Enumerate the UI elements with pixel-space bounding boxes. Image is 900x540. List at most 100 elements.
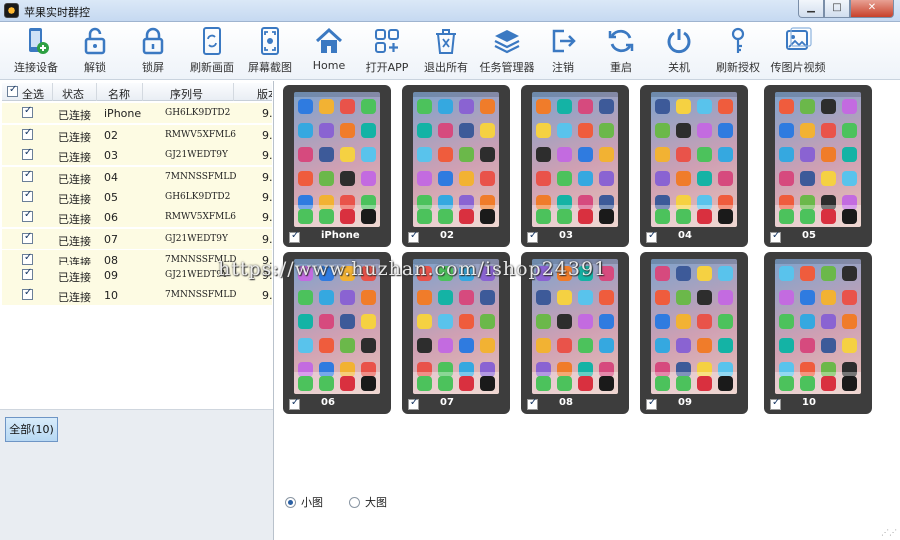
phone-checkbox[interactable] bbox=[770, 230, 781, 243]
app-icon bbox=[319, 338, 334, 353]
open-app-button[interactable]: 打开APP bbox=[364, 26, 410, 76]
device-table: 全选 状态 名称 序列号 版本 已连接iPhoneGH6LK9DTD29.已连接… bbox=[2, 83, 272, 387]
trash-exit-icon bbox=[436, 29, 456, 54]
phone-screen[interactable] bbox=[651, 259, 737, 394]
shutdown-button[interactable]: 关机 bbox=[664, 26, 694, 76]
task-manager-button[interactable]: 任务管理器 bbox=[478, 26, 536, 76]
app-icon bbox=[536, 147, 551, 162]
status-bar bbox=[775, 92, 861, 97]
group-area: 全部(10) bbox=[0, 409, 273, 540]
unlock-button[interactable]: 解锁 bbox=[80, 26, 110, 76]
phone-checkbox[interactable] bbox=[289, 230, 300, 243]
dock-app-icon bbox=[655, 376, 670, 391]
table-row[interactable]: 已连接 02 RMWV5XFML6 9. bbox=[2, 125, 272, 145]
app-icon bbox=[655, 314, 670, 329]
app-icon bbox=[340, 171, 355, 186]
table-row[interactable]: 已连接 07 GJ21WEDT9Y 9. bbox=[2, 229, 272, 249]
refresh-license-button[interactable]: 刷新授权 bbox=[714, 26, 762, 76]
phone-checkbox[interactable] bbox=[289, 397, 300, 410]
app-icon bbox=[599, 99, 614, 114]
app-icon bbox=[536, 123, 551, 138]
table-row[interactable]: 已连接 iPhone GH6LK9DTD2 9. bbox=[2, 103, 272, 123]
app-icon bbox=[697, 314, 712, 329]
header-version[interactable]: 版本 bbox=[257, 86, 272, 102]
phone-screen[interactable] bbox=[532, 92, 618, 227]
row-checkbox[interactable] bbox=[22, 209, 33, 222]
app-icon bbox=[459, 290, 474, 305]
phone-checkbox[interactable] bbox=[646, 230, 657, 243]
app-icon bbox=[599, 123, 614, 138]
large-view-radio[interactable]: 大图 bbox=[349, 494, 387, 510]
phone-checkbox[interactable] bbox=[408, 230, 419, 243]
select-all-checkbox[interactable] bbox=[7, 84, 18, 97]
row-checkbox[interactable] bbox=[22, 287, 33, 300]
connect-device-button[interactable]: 连接设备 bbox=[12, 26, 60, 76]
resize-grip-icon[interactable]: ⋰⋰ bbox=[881, 528, 897, 537]
table-row[interactable]: 已连接 04 7MNNSSFMLD 9. bbox=[2, 167, 272, 187]
screenshot-button[interactable]: 屏幕截图 bbox=[246, 26, 294, 76]
app-icon bbox=[842, 123, 857, 138]
dock-app-icon bbox=[459, 376, 474, 391]
dock-app-icon bbox=[417, 209, 432, 224]
row-status: 已连接 bbox=[58, 193, 91, 206]
close-button[interactable]: ✕ bbox=[850, 0, 894, 18]
lock-screen-button[interactable]: 锁屏 bbox=[138, 26, 168, 76]
phone-thumbnail[interactable]: iPhone bbox=[283, 85, 391, 247]
minimize-button[interactable]: ▁ bbox=[798, 0, 824, 18]
logout-button[interactable]: 注销 bbox=[548, 26, 578, 76]
key-icon bbox=[731, 27, 745, 53]
toolbar-label: 重启 bbox=[610, 61, 632, 74]
phone-screen[interactable] bbox=[294, 92, 380, 227]
header-name[interactable]: 名称 bbox=[108, 86, 130, 102]
dock bbox=[775, 205, 861, 227]
dock bbox=[413, 372, 499, 394]
phone-thumbnail[interactable]: 10 bbox=[764, 252, 872, 414]
table-row[interactable]: 已连接 10 7MNNSSFMLD 9. bbox=[2, 285, 272, 305]
group-all-button[interactable]: 全部(10) bbox=[5, 417, 58, 442]
phone-checkbox[interactable] bbox=[527, 230, 538, 243]
phone-thumbnail[interactable]: 09 bbox=[640, 252, 748, 414]
home-button[interactable]: Home bbox=[312, 26, 346, 76]
table-row[interactable]: 已连接 03 GJ21WEDT9Y 9. bbox=[2, 145, 272, 165]
app-icon bbox=[480, 314, 495, 329]
app-icon bbox=[800, 314, 815, 329]
app-icon bbox=[438, 290, 453, 305]
maximize-button[interactable]: □ bbox=[824, 0, 850, 18]
small-view-radio[interactable]: 小图 bbox=[285, 494, 323, 510]
row-checkbox[interactable] bbox=[22, 252, 33, 265]
phone-thumbnail[interactable]: 04 bbox=[640, 85, 748, 247]
dock-app-icon bbox=[557, 376, 572, 391]
header-status[interactable]: 状态 bbox=[62, 86, 84, 102]
row-checkbox[interactable] bbox=[22, 189, 33, 202]
header-serial[interactable]: 序列号 bbox=[170, 86, 203, 102]
header-select-all[interactable]: 全选 bbox=[22, 86, 44, 102]
app-icon bbox=[821, 123, 836, 138]
upload-media-button[interactable]: 传图片视频 bbox=[768, 26, 828, 76]
table-row[interactable]: 已连接 06 RMWV5XFML6 9. bbox=[2, 207, 272, 227]
phone-checkbox[interactable] bbox=[646, 397, 657, 410]
phone-thumbnail[interactable]: 05 bbox=[764, 85, 872, 247]
phone-checkbox[interactable] bbox=[408, 397, 419, 410]
phone-thumbnail[interactable]: 02 bbox=[402, 85, 510, 247]
row-checkbox[interactable] bbox=[22, 231, 33, 244]
row-checkbox[interactable] bbox=[22, 169, 33, 182]
phone-screen[interactable] bbox=[775, 259, 861, 394]
restart-button[interactable]: 重启 bbox=[606, 26, 636, 76]
phone-name: 09 bbox=[678, 397, 692, 408]
row-checkbox[interactable] bbox=[22, 105, 33, 118]
app-icon bbox=[536, 290, 551, 305]
phone-thumbnail[interactable]: 03 bbox=[521, 85, 629, 247]
row-checkbox[interactable] bbox=[22, 147, 33, 160]
phone-name: 06 bbox=[321, 397, 335, 408]
phone-checkbox[interactable] bbox=[527, 397, 538, 410]
phone-screen[interactable] bbox=[775, 92, 861, 227]
table-row[interactable]: 已连接 05 GH6LK9DTD2 9. bbox=[2, 187, 272, 207]
exit-all-button[interactable]: 退出所有 bbox=[422, 26, 470, 76]
phone-screen[interactable] bbox=[413, 92, 499, 227]
row-checkbox[interactable] bbox=[22, 267, 33, 280]
refresh-screen-button[interactable]: 刷新画面 bbox=[188, 26, 236, 76]
row-checkbox[interactable] bbox=[22, 127, 33, 140]
phone-checkbox[interactable] bbox=[770, 397, 781, 410]
app-icon bbox=[480, 171, 495, 186]
phone-screen[interactable] bbox=[651, 92, 737, 227]
